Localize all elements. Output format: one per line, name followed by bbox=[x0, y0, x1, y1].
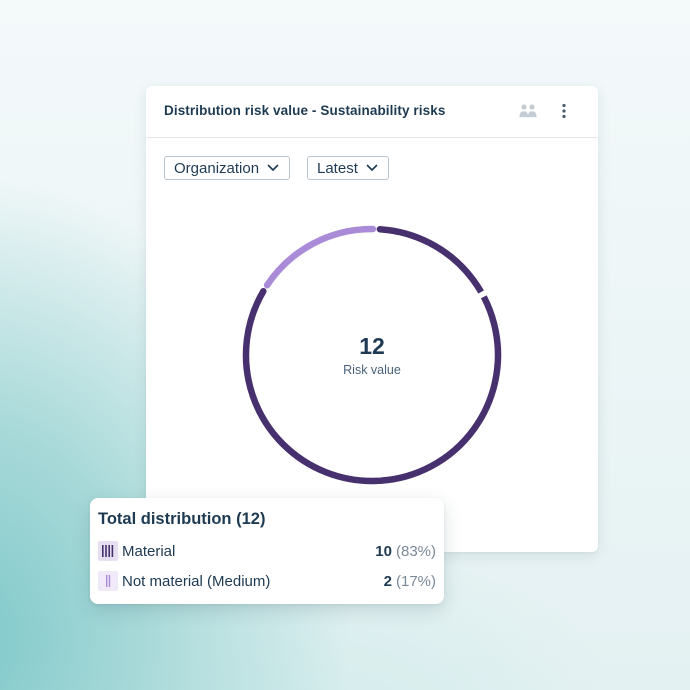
donut-slice-not-material-medium[interactable] bbox=[263, 225, 377, 289]
chevron-down-icon bbox=[366, 164, 378, 171]
legend-item-not-material: Not material (Medium) 2 (17%) bbox=[98, 571, 436, 591]
legend-item-material: Material 10 (83%) bbox=[98, 541, 436, 561]
legend-item-count: 2 bbox=[383, 572, 392, 590]
donut-segment-gap bbox=[477, 289, 488, 299]
chevron-down-icon bbox=[267, 164, 279, 171]
period-dropdown[interactable]: Latest bbox=[307, 156, 389, 180]
organization-dropdown[interactable]: Organization bbox=[164, 156, 291, 180]
legend-item-label: Not material (Medium) bbox=[122, 572, 271, 590]
organization-dropdown-label: Organization bbox=[174, 159, 260, 177]
donut-chart: 12 Risk value bbox=[238, 221, 506, 489]
legend-item-percent: (17%) bbox=[395, 572, 436, 590]
people-group-icon[interactable] bbox=[518, 102, 538, 120]
legend-item-count: 10 bbox=[375, 542, 392, 560]
risk-value-label: Risk value bbox=[343, 363, 401, 377]
material-swatch-icon bbox=[98, 541, 118, 561]
period-dropdown-label: Latest bbox=[317, 159, 358, 177]
card-title: Distribution risk value - Sustainability… bbox=[164, 103, 446, 118]
legend-item-label: Material bbox=[122, 542, 176, 560]
total-distribution-legend: Total distribution (12) Material 10 (83%… bbox=[90, 498, 444, 604]
more-vertical-icon[interactable] bbox=[556, 102, 572, 120]
legend-item-percent: (83%) bbox=[395, 542, 436, 560]
card-header: Distribution risk value - Sustainability… bbox=[146, 86, 598, 138]
not-material-swatch-icon bbox=[98, 571, 118, 591]
risk-value-number: 12 bbox=[359, 333, 385, 359]
legend-title: Total distribution (12) bbox=[98, 510, 266, 528]
distribution-risk-card: Distribution risk value - Sustainability… bbox=[146, 86, 598, 552]
